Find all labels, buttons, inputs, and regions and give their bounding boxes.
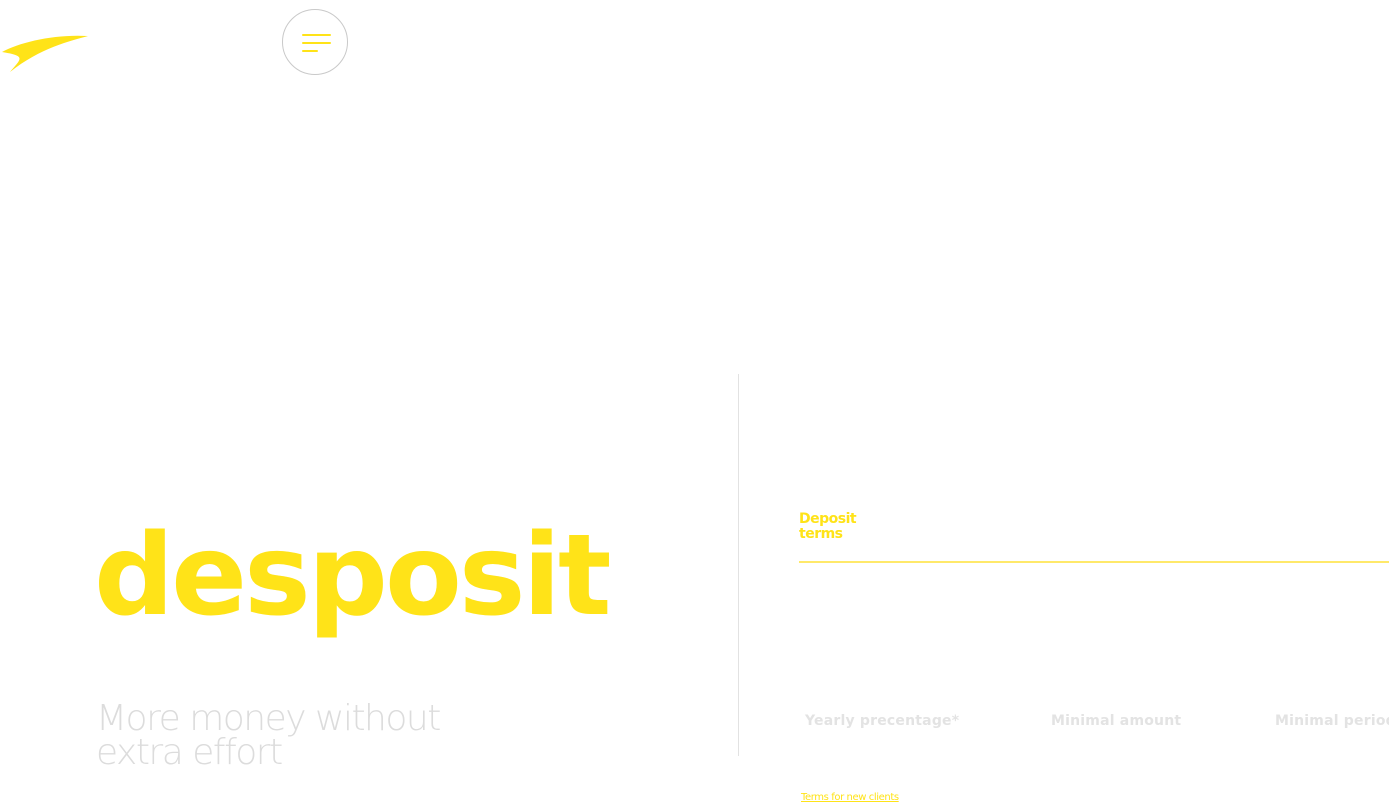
hero-title: desposit — [94, 511, 612, 641]
menu-button[interactable] — [282, 9, 348, 75]
deposit-terms-heading: Deposit terms — [799, 511, 857, 542]
hamburger-menu-icon-line — [302, 42, 331, 44]
terms-for-new-clients-link[interactable]: Terms for new clients — [801, 792, 899, 803]
terms-column-yearly-percentage: Yearly precentage* — [805, 713, 960, 729]
hero-subtitle: More money without extra effort — [96, 698, 441, 773]
swoosh-logo-icon[interactable] — [0, 32, 92, 74]
hamburger-menu-icon — [302, 34, 331, 36]
terms-column-minimal-period: Minimal period — [1275, 713, 1389, 729]
page: desposit More money without extra effort… — [0, 0, 1389, 806]
terms-column-minimal-amount: Minimal amount — [1051, 713, 1182, 729]
terms-underline — [799, 561, 1389, 563]
hamburger-menu-icon-line — [302, 50, 318, 52]
section-divider — [738, 374, 739, 756]
